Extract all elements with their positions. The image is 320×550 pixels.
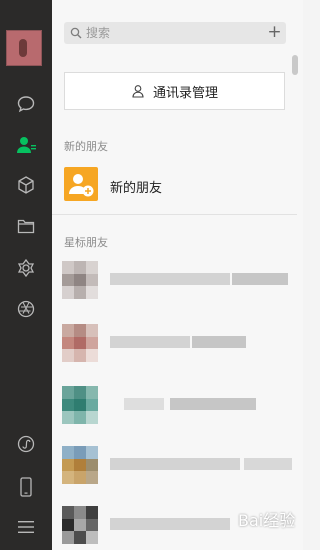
contacts-manage-button[interactable]: 通讯录管理 [64, 72, 285, 110]
contact-manage-icon [132, 85, 144, 98]
contact-name-blurred [192, 336, 246, 348]
phone-icon [20, 477, 32, 497]
sidebar [0, 0, 52, 550]
folder-icon [17, 219, 35, 234]
add-friend-icon [69, 174, 94, 197]
scrollbar[interactable] [292, 55, 298, 75]
contact-avatar [62, 324, 98, 362]
menu-nav-button[interactable] [0, 510, 52, 544]
mini-program-icon [17, 435, 35, 453]
new-friend-avatar [64, 167, 98, 201]
contact-avatar [62, 506, 98, 544]
contact-name-blurred [110, 273, 230, 285]
favorites-nav-button[interactable] [0, 168, 52, 202]
user-avatar[interactable] [6, 30, 42, 66]
aperture-icon [17, 300, 35, 318]
moments-icon [17, 258, 35, 278]
contact-name-blurred [232, 273, 288, 285]
contacts-icon [17, 137, 36, 153]
new-friend-label: 新的朋友 [110, 181, 163, 196]
contact-avatar [62, 446, 98, 484]
files-nav-button[interactable] [0, 209, 52, 243]
contact-row[interactable] [52, 380, 297, 430]
watermark: Bai经验 [238, 511, 296, 530]
chat-icon [17, 96, 35, 113]
section-divider [52, 214, 297, 215]
search-input[interactable] [86, 24, 266, 42]
new-friends-item[interactable]: 新的朋友 [52, 163, 297, 207]
contact-name-blurred [110, 458, 240, 470]
mini-program-nav-button[interactable] [0, 427, 52, 461]
phone-nav-button[interactable] [0, 470, 52, 504]
search-icon [70, 27, 82, 39]
contact-name-blurred [110, 336, 190, 348]
contacts-manage-label: 通讯录管理 [152, 85, 218, 101]
contact-name-blurred [170, 398, 256, 410]
chat-nav-button[interactable] [0, 87, 52, 121]
new-friends-header: 新的朋友 [64, 140, 108, 153]
contact-avatar [62, 386, 98, 424]
contacts-nav-button[interactable] [0, 128, 52, 162]
favorites-icon [18, 176, 34, 194]
contact-row[interactable] [52, 318, 297, 368]
starred-friends-header: 星标朋友 [64, 236, 108, 249]
contact-name-blurred [244, 458, 292, 470]
contact-row[interactable] [52, 440, 297, 490]
aperture-nav-button[interactable] [0, 292, 52, 326]
menu-icon [18, 521, 34, 533]
search-box[interactable] [64, 22, 282, 44]
avatar-figure [19, 39, 27, 57]
contact-name-blurred [124, 398, 164, 410]
contacts-panel: + 通讯录管理 新的朋友 新的朋友 星标朋友 [52, 0, 303, 550]
contact-row[interactable] [52, 255, 297, 305]
contact-avatar [62, 261, 98, 299]
contact-name-blurred [110, 518, 230, 530]
moments-nav-button[interactable] [0, 251, 52, 285]
add-contact-button[interactable]: + [263, 22, 286, 44]
